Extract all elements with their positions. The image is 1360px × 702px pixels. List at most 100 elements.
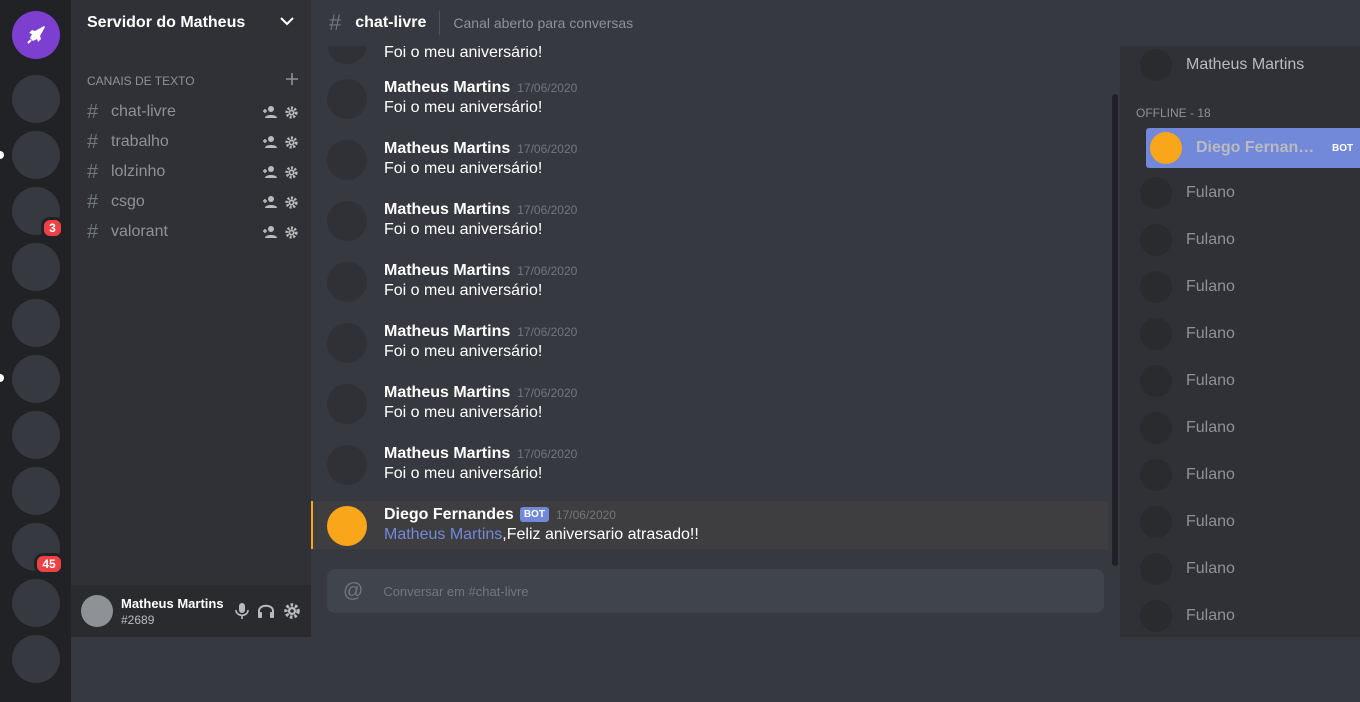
avatar[interactable]	[327, 201, 367, 241]
message-text: Foi o meu aniversário!	[384, 282, 543, 299]
message-text: Foi o meu aniversário!	[384, 99, 543, 116]
avatar[interactable]	[327, 46, 367, 64]
channel-item-valorant[interactable]: # valorant	[87, 217, 299, 247]
message-timestamp: 17/06/2020	[517, 447, 578, 461]
member-item[interactable]: Fulano	[1140, 457, 1360, 493]
headphones-icon[interactable]	[257, 602, 275, 620]
member-item[interactable]: Fulano	[1140, 598, 1360, 634]
channel-name: lolzinho	[111, 163, 166, 180]
divider	[439, 11, 441, 35]
message: Matheus Martins 17/06/2020 Foi o meu aniv…	[311, 199, 1108, 247]
member-item[interactable]: Fulano	[1140, 504, 1360, 540]
message-author[interactable]: Matheus Martins	[384, 445, 510, 463]
member-item[interactable]: Fulano	[1140, 222, 1360, 258]
add-channel-icon[interactable]	[285, 72, 299, 89]
gear-icon[interactable]	[284, 195, 299, 210]
message: Foi o meu aniversário!	[311, 46, 1108, 70]
avatar[interactable]	[81, 595, 113, 627]
avatar[interactable]	[327, 262, 367, 302]
server-header[interactable]: Servidor do Matheus	[71, 0, 311, 46]
member-name: Fulano	[1186, 278, 1235, 295]
channel-title: chat-livre	[355, 14, 427, 31]
message-author[interactable]: Matheus Martins	[384, 140, 510, 158]
message-composer[interactable]: @ Conversar em #chat-livre	[327, 569, 1104, 613]
user-settings-gear-icon[interactable]	[283, 602, 301, 620]
gear-icon[interactable]	[284, 225, 299, 240]
message-author[interactable]: Matheus Martins	[384, 323, 510, 341]
unread-indicator	[0, 151, 4, 159]
channel-item-chat-livre[interactable]: # chat-livre	[87, 97, 299, 127]
avatar	[1140, 553, 1172, 585]
message-timestamp: 17/06/2020	[517, 264, 578, 278]
member-item[interactable]: Fulano	[1140, 175, 1360, 211]
hash-icon: #	[87, 130, 99, 153]
invite-icon[interactable]	[262, 164, 278, 180]
member-item-bot[interactable]: Diego Fernandes BOT	[1146, 128, 1360, 168]
member-name: Matheus Martins	[1186, 56, 1305, 73]
message-list[interactable]: Foi o meu aniversário! Matheus Martins 17…	[311, 46, 1112, 554]
member-item[interactable]: Fulano	[1140, 410, 1360, 446]
member-name: Fulano	[1186, 325, 1235, 342]
avatar[interactable]	[327, 384, 367, 424]
message-text: Foi o meu aniversário!	[384, 221, 543, 238]
message-timestamp: 17/06/2020	[517, 325, 578, 339]
message-body: ,Feliz aniversario atrasado!!	[502, 526, 699, 543]
server-icon[interactable]	[12, 131, 60, 179]
username: Matheus Martins	[121, 595, 224, 611]
server-icon[interactable]	[12, 75, 60, 123]
member-item[interactable]: Fulano	[1140, 316, 1360, 352]
offline-header: OFFLINE - 18	[1136, 106, 1211, 120]
channel-item-csgo[interactable]: # csgo	[87, 187, 299, 217]
gear-icon[interactable]	[284, 105, 299, 120]
member-name: Diego Fernandes	[1196, 139, 1322, 156]
invite-icon[interactable]	[262, 134, 278, 150]
user-mention[interactable]: Matheus Martins	[384, 526, 502, 543]
message-timestamp: 17/06/2020	[517, 142, 578, 156]
scrollbar[interactable]	[1112, 94, 1118, 566]
avatar[interactable]	[327, 323, 367, 363]
invite-icon[interactable]	[262, 104, 278, 120]
server-icon[interactable]	[12, 355, 60, 403]
gear-icon[interactable]	[284, 135, 299, 150]
message-author[interactable]: Matheus Martins	[384, 384, 510, 402]
server-icon[interactable]	[12, 635, 60, 683]
channel-item-trabalho[interactable]: # trabalho	[87, 127, 299, 157]
member-item[interactable]: Matheus Martins	[1140, 47, 1360, 83]
gear-icon[interactable]	[284, 165, 299, 180]
hash-icon: #	[87, 220, 99, 243]
message-author[interactable]: Diego Fernandes	[384, 506, 514, 524]
server-icon[interactable]	[12, 579, 60, 627]
avatar	[1140, 49, 1172, 81]
message: Matheus Martins 17/06/2020 Foi o meu aniv…	[311, 443, 1108, 491]
highlighted-mention-message: Diego Fernandes BOT 17/06/2020 Matheus M…	[311, 501, 1108, 549]
member-name: Fulano	[1186, 184, 1235, 201]
mention-badge: 45	[34, 553, 64, 575]
invite-icon[interactable]	[262, 194, 278, 210]
avatar[interactable]	[327, 79, 367, 119]
member-item[interactable]: Fulano	[1140, 269, 1360, 305]
message-text: Foi o meu aniversário!	[384, 404, 543, 421]
rocket-icon	[27, 26, 45, 44]
category-header[interactable]: CANAIS DE TEXTO	[87, 72, 299, 89]
channel-item-lolzinho[interactable]: # lolzinho	[87, 157, 299, 187]
avatar[interactable]	[327, 445, 367, 485]
microphone-icon[interactable]	[235, 602, 249, 620]
avatar[interactable]	[327, 506, 367, 546]
message-author[interactable]: Matheus Martins	[384, 262, 510, 280]
server-icon[interactable]	[12, 467, 60, 515]
avatar	[1140, 600, 1172, 632]
server-icon[interactable]	[12, 299, 60, 347]
message-author[interactable]: Matheus Martins	[384, 201, 510, 219]
bot-badge: BOT	[519, 507, 549, 522]
member-name: Fulano	[1186, 419, 1235, 436]
chevron-down-icon	[279, 13, 295, 34]
member-item[interactable]: Fulano	[1140, 363, 1360, 399]
invite-icon[interactable]	[262, 224, 278, 240]
avatar[interactable]	[327, 140, 367, 180]
server-icon[interactable]	[12, 243, 60, 291]
at-icon[interactable]: @	[343, 580, 363, 603]
server-icon[interactable]	[12, 411, 60, 459]
member-item[interactable]: Fulano	[1140, 551, 1360, 587]
message-author[interactable]: Matheus Martins	[384, 79, 510, 97]
home-server-icon[interactable]	[12, 11, 60, 59]
